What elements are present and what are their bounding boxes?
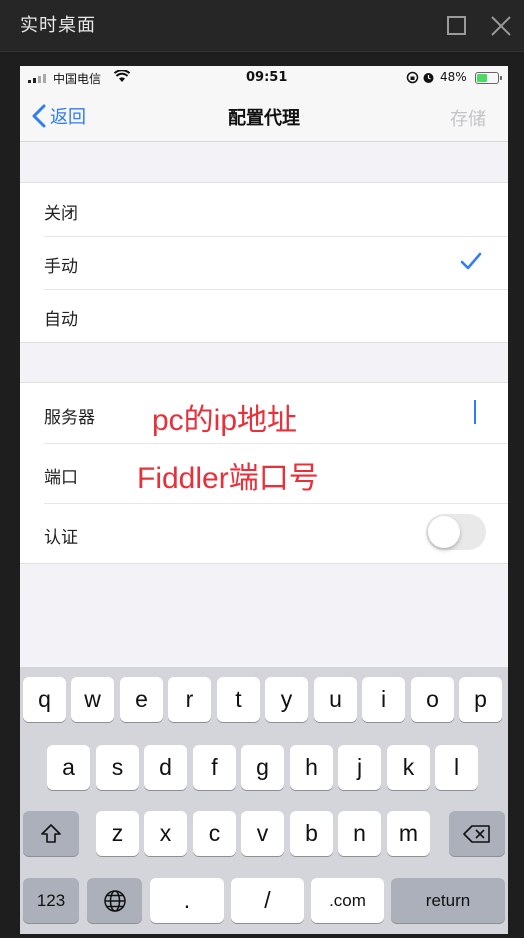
shift-key[interactable]	[23, 811, 79, 856]
key-b[interactable]: b	[290, 811, 333, 856]
carrier-name: 中国电信	[53, 72, 102, 86]
key-n[interactable]: n	[338, 811, 381, 856]
key-i[interactable]: i	[362, 677, 405, 722]
globe-icon	[103, 889, 126, 912]
save-button[interactable]: 存储	[450, 105, 486, 131]
dot-key[interactable]: .	[150, 878, 224, 923]
window-title: 实时桌面	[20, 15, 96, 36]
port-label: 端口	[44, 468, 78, 488]
mode-auto-label: 自动	[44, 310, 78, 330]
slash-key[interactable]: /	[231, 878, 304, 923]
key-j[interactable]: j	[338, 745, 381, 790]
window-titlebar: 实时桌面	[0, 0, 524, 52]
numbers-key[interactable]: 123	[23, 878, 79, 923]
battery-icon	[475, 72, 502, 84]
key-q[interactable]: q	[23, 677, 66, 722]
key-w[interactable]: w	[71, 677, 114, 722]
status-bar: 中国电信 09:51 48%	[20, 66, 508, 90]
key-u[interactable]: u	[314, 677, 357, 722]
key-r[interactable]: r	[168, 677, 211, 722]
globe-key[interactable]	[87, 878, 142, 923]
shift-icon	[41, 823, 61, 843]
mode-manual-label: 手动	[44, 257, 78, 277]
key-v[interactable]: v	[241, 811, 284, 856]
key-m[interactable]: m	[387, 811, 430, 856]
maximize-button[interactable]	[443, 12, 471, 40]
server-label: 服务器	[44, 408, 95, 428]
status-time: 09:51	[246, 70, 288, 85]
phone-screen: 中国电信 09:51 48% 返回 配置代理 存储 关闭 手动 自动 服务器 p…	[20, 66, 508, 934]
proxy-mode-group: 关闭 手动 自动	[20, 182, 508, 343]
backspace-icon	[463, 824, 490, 843]
key-o[interactable]: o	[411, 677, 454, 722]
toggle-knob	[428, 516, 460, 548]
auth-label: 认证	[44, 528, 78, 548]
key-h[interactable]: h	[290, 745, 333, 790]
key-s[interactable]: s	[96, 745, 139, 790]
key-p[interactable]: p	[459, 677, 502, 722]
mode-off-row[interactable]: 关闭	[20, 183, 508, 236]
key-x[interactable]: x	[144, 811, 187, 856]
port-row[interactable]: 端口 Fiddler端口号	[20, 443, 508, 503]
close-button[interactable]	[487, 12, 515, 40]
battery-percent: 48%	[440, 70, 467, 84]
battery-level	[477, 74, 487, 82]
key-c[interactable]: c	[193, 811, 236, 856]
port-annotation: Fiddler端口号	[137, 462, 319, 495]
mode-auto-row[interactable]: 自动	[20, 289, 508, 342]
text-cursor	[474, 400, 476, 424]
auth-toggle[interactable]	[426, 514, 486, 550]
rotation-lock-icon	[406, 71, 419, 84]
dotcom-key[interactable]: .com	[311, 878, 384, 923]
key-k[interactable]: k	[387, 745, 430, 790]
key-a[interactable]: a	[47, 745, 90, 790]
signal-icon	[28, 73, 50, 83]
key-t[interactable]: t	[217, 677, 260, 722]
checkmark-icon	[460, 252, 482, 270]
wifi-icon	[114, 70, 130, 82]
maximize-icon	[447, 16, 466, 35]
key-f[interactable]: f	[193, 745, 236, 790]
navigation-bar: 返回 配置代理 存储	[20, 90, 508, 142]
key-d[interactable]: d	[144, 745, 187, 790]
mode-manual-row[interactable]: 手动	[20, 236, 508, 289]
server-row[interactable]: 服务器 pc的ip地址	[20, 383, 508, 443]
alarm-icon	[423, 73, 434, 83]
server-annotation: pc的ip地址	[152, 404, 298, 437]
delete-key[interactable]	[449, 811, 505, 856]
key-g[interactable]: g	[241, 745, 284, 790]
close-icon	[491, 16, 511, 36]
key-y[interactable]: y	[265, 677, 308, 722]
page-title: 配置代理	[228, 108, 300, 129]
server-settings-group: 服务器 pc的ip地址 端口 Fiddler端口号 认证	[20, 382, 508, 564]
key-e[interactable]: e	[120, 677, 163, 722]
auth-row: 认证	[20, 503, 508, 563]
mode-off-label: 关闭	[44, 204, 78, 224]
key-z[interactable]: z	[96, 811, 139, 856]
key-l[interactable]: l	[435, 745, 478, 790]
keyboard: q w e r t y u i o p a s d f g h j k l z …	[20, 667, 508, 934]
titlebar-divider	[0, 51, 524, 52]
return-key[interactable]: return	[391, 878, 505, 923]
